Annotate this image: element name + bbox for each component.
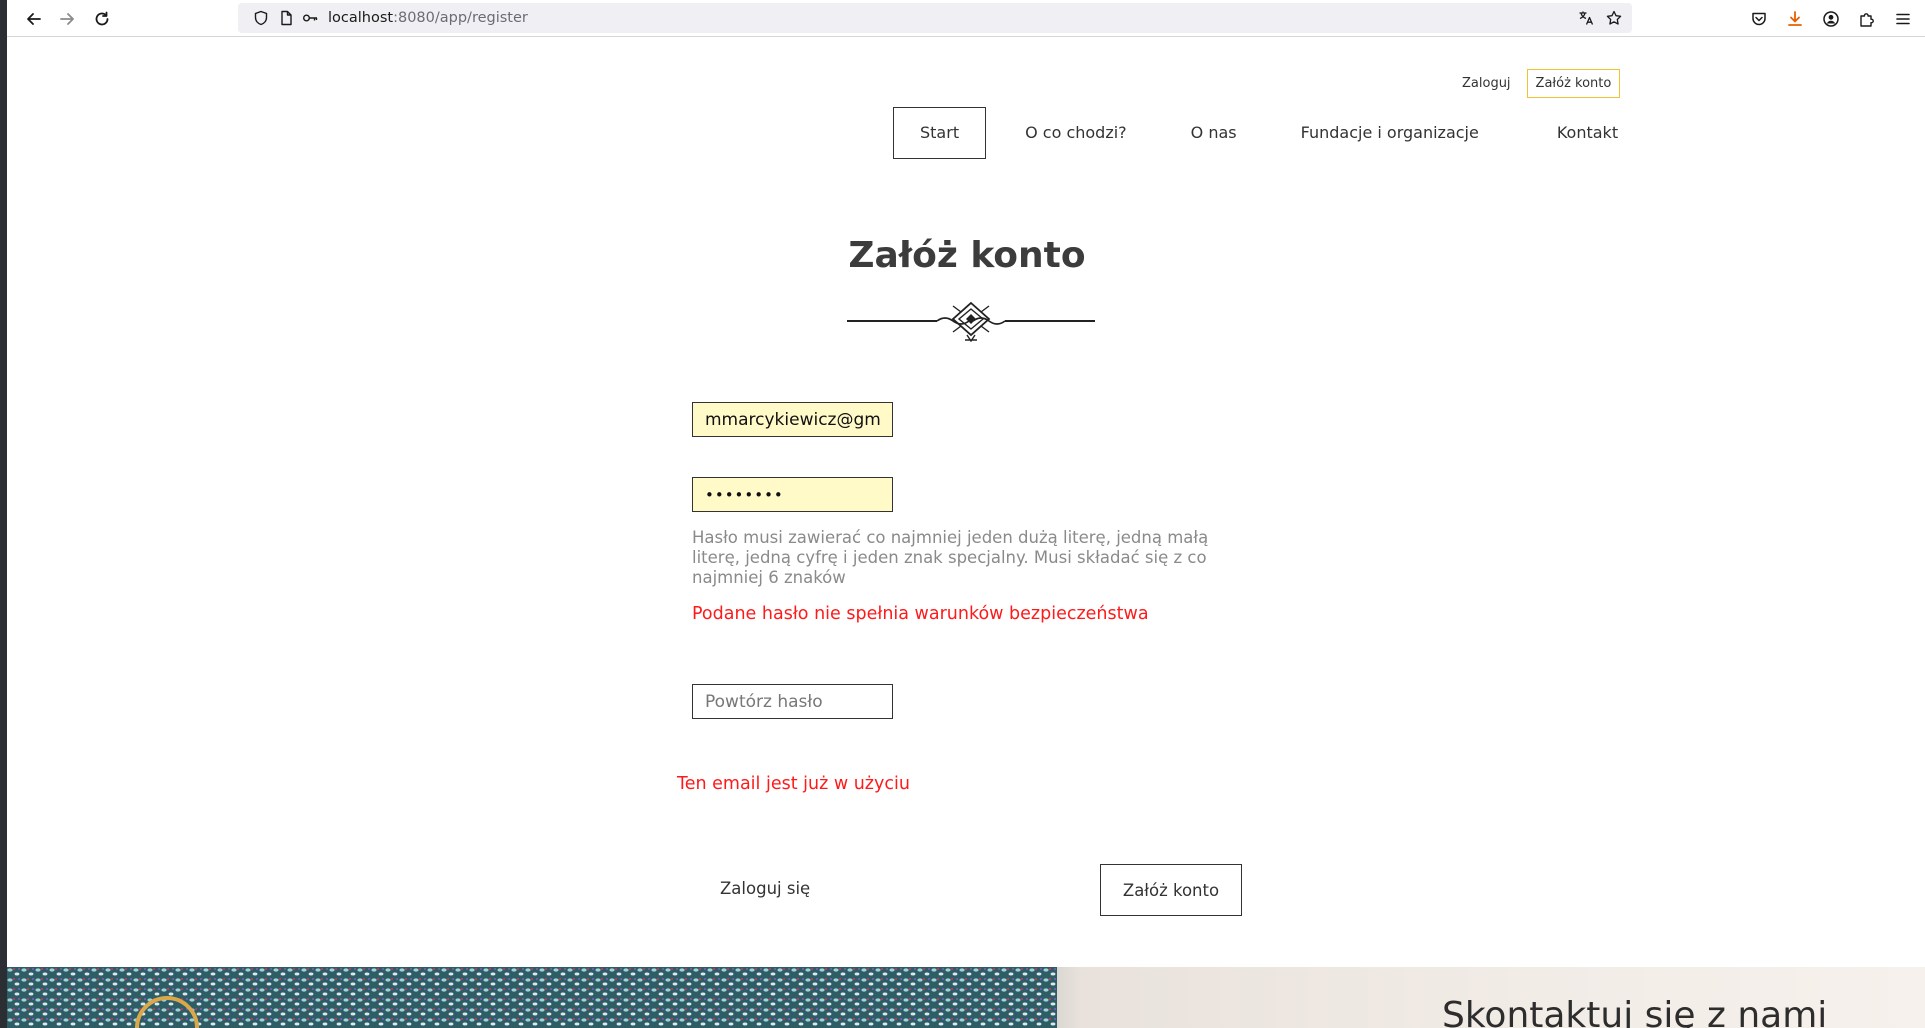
shield-icon xyxy=(254,10,268,26)
pocket-button[interactable] xyxy=(1746,6,1772,32)
password-field[interactable]: •••••••• xyxy=(692,477,893,512)
email-error: Ten email jest już w użyciu xyxy=(677,774,910,794)
header-login-link[interactable]: Zaloguj xyxy=(1462,76,1511,91)
nav-item-fundacje[interactable]: Fundacje i organizacje xyxy=(1274,107,1506,159)
address-bar[interactable]: localhost:8080/app/register xyxy=(238,3,1632,33)
knitted-fabric-image xyxy=(7,967,1057,1028)
header-auth-links: Zaloguj Załóż konto xyxy=(1462,69,1621,98)
key-icon[interactable] xyxy=(302,10,318,26)
pocket-icon xyxy=(1752,12,1766,26)
arrow-left-icon xyxy=(27,13,41,25)
nav-item-o-co-chodzi[interactable]: O co chodzi? xyxy=(998,107,1154,159)
page-title-wrap: Załóż konto xyxy=(7,235,1925,276)
contact-title: Skontaktuj się z nami xyxy=(1442,995,1828,1028)
contact-section-banner: Skontaktuj się z nami xyxy=(7,967,1925,1028)
repeat-password-field[interactable]: Powtórz hasło xyxy=(692,684,893,719)
password-hint: Hasło musi zawierać co najmniej jeden du… xyxy=(692,528,1209,587)
register-submit-button[interactable]: Załóż konto xyxy=(1100,864,1242,916)
reload-icon xyxy=(95,11,109,26)
menu-button[interactable] xyxy=(1890,6,1916,32)
account-icon xyxy=(1823,11,1839,27)
decorative-divider-icon xyxy=(847,301,1095,343)
login-link[interactable]: Zaloguj się xyxy=(720,879,810,898)
url-text[interactable]: localhost:8080/app/register xyxy=(328,10,528,26)
back-button[interactable] xyxy=(21,6,47,32)
page-title: Załóż konto xyxy=(848,235,1086,276)
forward-button[interactable] xyxy=(54,6,80,32)
downloads-button[interactable] xyxy=(1782,6,1808,32)
main-nav: Start O co chodzi? O nas Fundacje i orga… xyxy=(893,107,1645,159)
desktop-edge xyxy=(0,0,7,1028)
account-button[interactable] xyxy=(1818,6,1844,32)
email-field[interactable]: mmarcykiewicz@gm xyxy=(692,402,893,437)
reload-button[interactable] xyxy=(89,6,115,32)
arrow-right-icon xyxy=(60,13,74,25)
url-path: :8080/app/register xyxy=(393,10,528,26)
nav-item-kontakt[interactable]: Kontakt xyxy=(1530,107,1645,159)
nav-item-start[interactable]: Start xyxy=(893,107,987,159)
header-register-button[interactable]: Załóż konto xyxy=(1526,69,1621,98)
nav-item-o-nas[interactable]: O nas xyxy=(1164,107,1264,159)
password-error: Podane hasło nie spełnia warunków bezpie… xyxy=(692,604,1149,624)
bookmark-star-icon[interactable] xyxy=(1606,10,1622,26)
page-content: Zaloguj Załóż konto Start O co chodzi? O… xyxy=(7,38,1925,967)
extensions-button[interactable] xyxy=(1854,6,1880,32)
hamburger-menu-icon xyxy=(1896,13,1910,25)
browser-toolbar: localhost:8080/app/register xyxy=(7,0,1925,37)
url-host: localhost xyxy=(328,10,394,26)
translate-icon[interactable] xyxy=(1578,10,1594,26)
download-icon xyxy=(1788,11,1802,26)
puzzle-icon xyxy=(1860,13,1874,27)
page-icon xyxy=(281,10,292,26)
